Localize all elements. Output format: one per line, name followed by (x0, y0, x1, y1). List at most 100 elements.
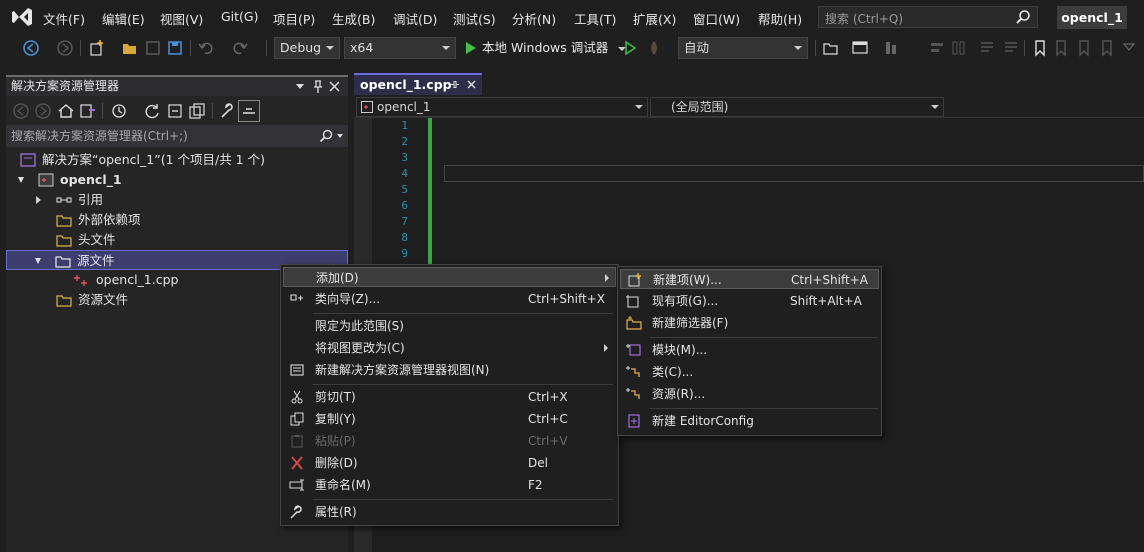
menu-item-class-wizard[interactable]: 类向导(Z)... Ctrl+Shift+X (283, 289, 616, 309)
comment-out-icon[interactable] (978, 39, 996, 57)
menu-item-existing-item[interactable]: 现有项(G)... Shift+Alt+A (620, 291, 879, 311)
menu-window[interactable]: 窗口(W) (693, 9, 740, 28)
menu-item-cut[interactable]: 剪切(T) Ctrl+X (283, 387, 616, 407)
browse-folder-icon[interactable] (822, 39, 840, 57)
redo-icon[interactable] (231, 39, 249, 57)
menu-analyze[interactable]: 分析(N) (512, 9, 556, 28)
menu-item-properties[interactable]: 属性(R) (283, 502, 616, 522)
menu-build[interactable]: 生成(B) (332, 9, 375, 28)
menu-item-scope-to-this[interactable]: 限定为此范围(S) (283, 316, 616, 336)
columns-icon[interactable] (950, 39, 968, 57)
menu-help[interactable]: 帮助(H) (758, 9, 802, 28)
new-project-icon[interactable] (88, 39, 106, 57)
tree-item-project[interactable]: opencl_1 (18, 170, 122, 190)
menu-bar: 文件(F) 编辑(E) 视图(V) Git(G) 项目(P) 生成(B) 调试(… (0, 0, 1144, 34)
solution-search-input[interactable]: 搜索解决方案资源管理器(Ctrl+;) (6, 125, 348, 147)
menu-label: 新建 EditorConfig (652, 414, 754, 428)
project-name-badge[interactable]: opencl_1 (1057, 6, 1127, 29)
sync-icon[interactable] (143, 102, 161, 120)
solution-search-placeholder: 搜索解决方案资源管理器(Ctrl+;) (11, 129, 188, 143)
menu-edit[interactable]: 编辑(E) (102, 9, 145, 28)
start-debugging-button[interactable]: 本地 Windows 调试器 (462, 37, 627, 59)
switch-views-icon[interactable] (79, 102, 97, 120)
back-icon[interactable] (22, 39, 40, 57)
config-dropdown[interactable]: Debug (274, 37, 340, 59)
menu-tools[interactable]: 工具(T) (574, 9, 616, 28)
solution-config-dropdown[interactable]: 自动 (678, 37, 808, 59)
forward-icon[interactable] (34, 102, 52, 120)
preview-selected-button[interactable] (238, 100, 260, 122)
menu-item-module[interactable]: 模块(M)... (620, 340, 879, 360)
search-input[interactable]: 搜索 (Ctrl+Q) (818, 6, 1038, 28)
bookmark-icon[interactable] (1031, 39, 1049, 57)
menu-item-class[interactable]: 类(C)... (620, 362, 879, 382)
menu-item-new-item[interactable]: 新建项(W)... Ctrl+Shift+A (620, 269, 879, 289)
pin-icon[interactable] (450, 80, 459, 89)
new-folder-icon (626, 316, 642, 330)
tree-item-cpp-file[interactable]: opencl_1.cpp (74, 270, 178, 290)
undo-icon[interactable] (197, 39, 215, 57)
context-menu: 添加(D) 类向导(Z)... Ctrl+Shift+X 限定为此范围(S) 将… (280, 264, 619, 526)
tab-opencl-cpp[interactable]: opencl_1.cpp (354, 73, 482, 95)
save-icon[interactable] (144, 39, 162, 57)
prev-bookmark-icon[interactable] (1052, 39, 1070, 57)
open-folder-icon[interactable] (121, 39, 139, 57)
toolbar-overflow-icon[interactable] (1120, 39, 1138, 57)
menu-shortcut: Shift+Alt+A (790, 294, 862, 308)
menu-item-new-editorconfig[interactable]: 新建 EditorConfig (620, 411, 879, 431)
menu-item-rename[interactable]: 重命名(M) F2 (283, 475, 616, 495)
close-icon[interactable] (467, 80, 476, 89)
close-icon[interactable] (329, 81, 340, 92)
menu-item-change-view[interactable]: 将视图更改为(C) (283, 338, 616, 358)
menu-item-new-view[interactable]: 新建解决方案资源管理器视图(N) (283, 360, 616, 380)
tree-item-external-deps[interactable]: 外部依赖项 (56, 210, 141, 230)
next-bookmark-icon[interactable] (1075, 39, 1093, 57)
window-position-icon[interactable] (296, 84, 304, 89)
visual-studio-logo-icon[interactable] (10, 6, 34, 28)
collapse-icon[interactable] (18, 177, 24, 183)
forward-icon[interactable] (56, 39, 74, 57)
menu-debug[interactable]: 调试(D) (393, 9, 437, 28)
menu-test[interactable]: 测试(S) (453, 9, 496, 28)
align-icon[interactable] (928, 39, 946, 57)
menu-project[interactable]: 项目(P) (273, 9, 315, 28)
format-icon[interactable] (882, 39, 900, 57)
menu-separator (650, 337, 878, 338)
home-icon[interactable] (57, 102, 75, 120)
chevron-down-icon[interactable] (337, 134, 343, 138)
pending-changes-filter-icon[interactable] (110, 102, 128, 120)
tree-item-references[interactable]: 引用 (36, 190, 103, 210)
references-icon (56, 197, 72, 203)
tree-item-resource-files[interactable]: 资源文件 (56, 290, 128, 310)
line-number: 6 (401, 199, 408, 212)
tree-item-header-files[interactable]: 头文件 (56, 230, 116, 250)
expand-icon[interactable] (36, 196, 41, 204)
hot-reload-icon[interactable] (645, 39, 663, 57)
platform-dropdown[interactable]: x64 (344, 37, 456, 59)
back-icon[interactable] (12, 102, 30, 120)
collapse-all-icon[interactable] (166, 102, 184, 120)
run-without-debugging-icon[interactable] (621, 39, 639, 57)
menu-item-copy[interactable]: 复制(Y) Ctrl+C (283, 409, 616, 429)
menu-item-delete[interactable]: 删除(D) Del (283, 453, 616, 473)
toolbar-separator (1024, 40, 1025, 56)
menu-item-new-filter[interactable]: 新建筛选器(F) (620, 313, 879, 333)
menu-extensions[interactable]: 扩展(X) (633, 9, 676, 28)
menu-git[interactable]: Git(G) (221, 9, 259, 24)
save-all-icon[interactable] (166, 39, 184, 57)
menu-item-resource[interactable]: 资源(R)... (620, 384, 879, 404)
tree-item-solution[interactable]: 解决方案“opencl_1”(1 个项目/共 1 个) (20, 150, 265, 170)
pin-icon[interactable] (312, 80, 324, 94)
project-scope-dropdown[interactable]: opencl_1 (356, 97, 648, 117)
window-layout-icon[interactable] (851, 39, 869, 57)
collapse-icon[interactable] (35, 258, 41, 264)
menu-view[interactable]: 视图(V) (160, 9, 203, 28)
uncomment-icon[interactable] (1002, 39, 1020, 57)
menu-item-add[interactable]: 添加(D) (283, 267, 616, 287)
menu-item-paste[interactable]: 粘贴(P) Ctrl+V (283, 431, 616, 451)
properties-wrench-icon[interactable] (218, 102, 236, 120)
clear-bookmarks-icon[interactable] (1098, 39, 1116, 57)
scope-dropdown[interactable]: (全局范围) (650, 97, 944, 117)
show-all-files-icon[interactable] (188, 102, 206, 120)
menu-file[interactable]: 文件(F) (43, 9, 85, 28)
